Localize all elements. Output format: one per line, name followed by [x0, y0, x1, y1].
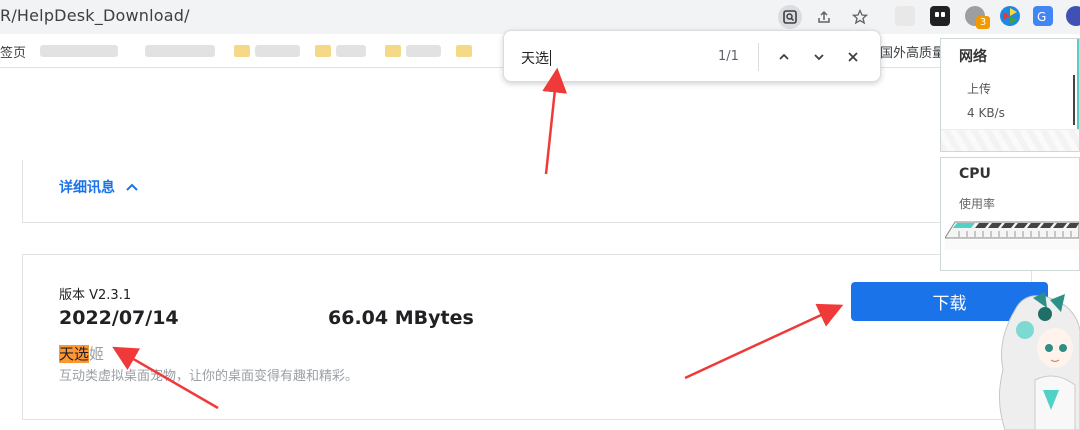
bookmark-star-icon[interactable] [848, 5, 872, 29]
chevron-up-icon[interactable] [126, 181, 138, 195]
widget-title: 网络 [959, 49, 987, 65]
desktop-pet-mascot[interactable] [995, 290, 1080, 430]
chevron-down-icon[interactable] [807, 45, 831, 69]
close-icon[interactable] [841, 45, 865, 69]
bookmark-item-blurred[interactable] [40, 45, 118, 57]
folder-icon[interactable] [234, 45, 250, 57]
divider [1073, 75, 1075, 125]
version-label: 版本 V2.3.1 [59, 288, 132, 303]
svg-text:G: G [1037, 10, 1046, 24]
profile-avatar[interactable] [1066, 6, 1080, 26]
bookmark-item-blurred[interactable] [145, 45, 215, 57]
share-icon[interactable] [812, 5, 836, 29]
folder-icon[interactable] [456, 45, 472, 57]
cpu-usage-gauge [945, 221, 1079, 250]
network-monitor-widget[interactable]: 网络 上传 4 KB/s [940, 38, 1080, 152]
upload-value: 4 KB/s [967, 106, 1005, 120]
app-description: 互动类虚拟桌面宠物，让你的桌面变得有趣和精彩。 [59, 369, 359, 384]
url-text[interactable]: R/HelpDesk_Download/ [0, 6, 190, 25]
find-highlight: 天选 [59, 345, 90, 363]
bookmark-item[interactable]: 签页 [0, 43, 26, 61]
upload-label: 上传 [967, 82, 992, 96]
extension-badge: 3 [976, 16, 990, 29]
folder-icon[interactable] [315, 45, 331, 57]
folder-icon[interactable] [385, 45, 401, 57]
cpu-monitor-widget[interactable]: CPU 使用率 [940, 157, 1080, 271]
cpu-usage-label: 使用率 [959, 197, 996, 211]
find-input[interactable]: 天选 [521, 48, 551, 68]
widget-title: CPU [959, 166, 991, 182]
release-date: 2022/07/14 [59, 307, 179, 329]
extension-icon[interactable] [895, 6, 915, 26]
hex-pattern-background [941, 129, 1079, 151]
address-bar[interactable]: R/HelpDesk_Download/ 3 G [0, 0, 1080, 34]
find-bar: 天选 1/1 [503, 30, 881, 82]
divider [758, 43, 759, 71]
bookmark-item-blurred[interactable] [255, 45, 300, 57]
bookmark-item-blurred[interactable] [406, 45, 441, 57]
find-in-page-icon[interactable] [778, 5, 802, 29]
chevron-up-icon[interactable] [772, 45, 796, 69]
extension-icon[interactable] [1000, 6, 1020, 26]
details-card: 详细讯息 [22, 160, 942, 223]
extension-icon[interactable] [930, 6, 950, 26]
find-match-count: 1/1 [718, 49, 739, 64]
details-link-label[interactable]: 详细讯息 [59, 180, 115, 196]
bookmark-item-blurred[interactable] [336, 45, 366, 57]
details-toggle-link[interactable]: 详细讯息 [59, 177, 138, 197]
download-card: 版本 V2.3.1 2022/07/14 66.04 MBytes 天选姬 互动… [22, 254, 1048, 420]
file-size: 66.04 MBytes [328, 307, 474, 329]
bookmark-item[interactable]: 国外高质量 [880, 43, 945, 61]
app-name: 天选姬 [59, 345, 105, 363]
translate-icon[interactable]: G [1033, 6, 1053, 26]
